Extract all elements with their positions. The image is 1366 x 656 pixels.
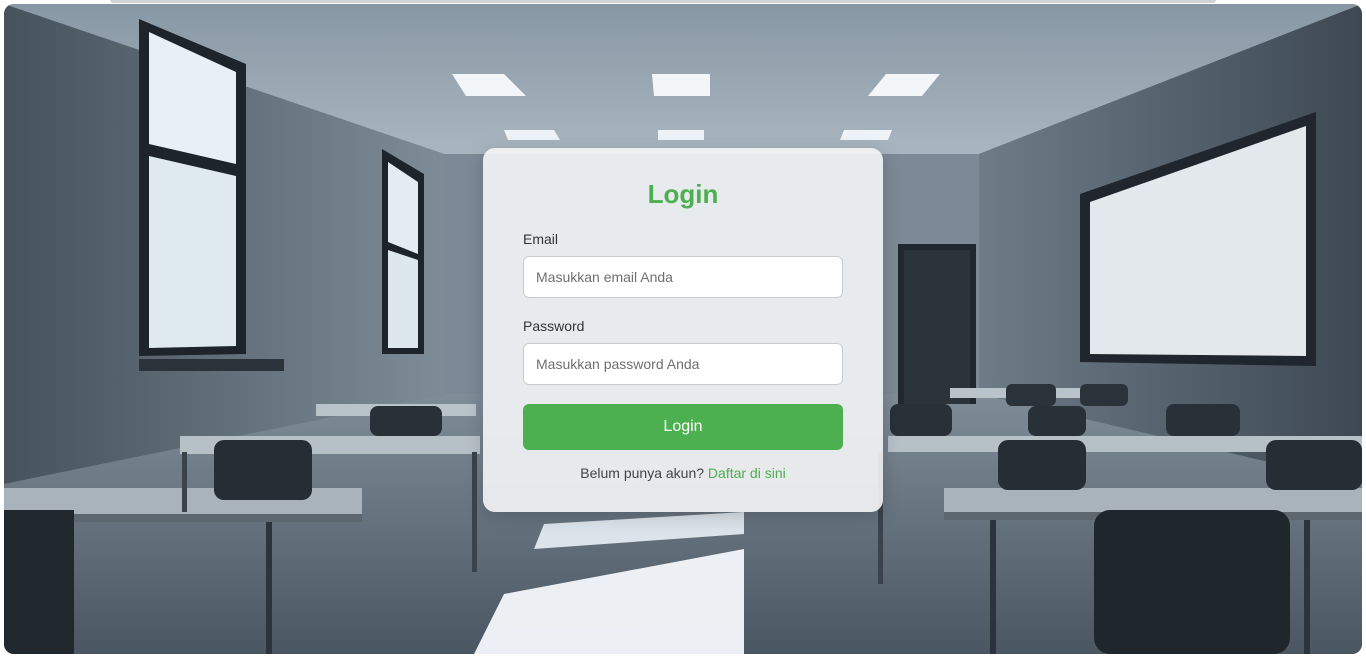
email-input[interactable] [523,256,843,298]
register-prompt-text: Belum punya akun? [580,465,705,481]
password-input[interactable] [523,343,843,385]
login-card: Login Email Password Login Belum punya a… [483,148,883,512]
page-background: Login Email Password Login Belum punya a… [4,4,1362,654]
login-button[interactable]: Login [523,404,843,450]
login-title: Login [647,179,719,209]
password-label: Password [523,318,585,334]
email-label: Email [523,231,559,247]
browser-top-edge [110,0,1216,3]
register-link[interactable]: Daftar di sini [708,465,786,481]
register-prompt-line: Belum punya akun? Daftar di sini [483,464,883,482]
